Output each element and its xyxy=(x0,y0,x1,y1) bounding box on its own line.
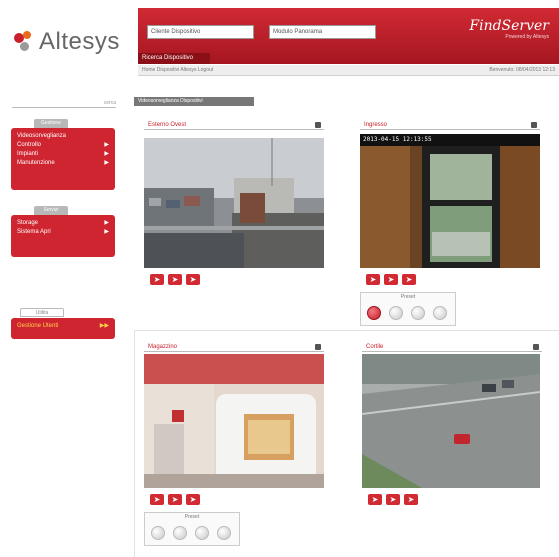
camera-feed[interactable] xyxy=(144,354,324,488)
preset-button-icon[interactable] xyxy=(389,306,403,320)
module-select[interactable]: Modulo Panorama xyxy=(269,25,376,39)
ptz-arrow-icon[interactable]: ➤ xyxy=(402,274,416,285)
sidebar-group-management: Videosorveglianza Controllo ▶ Impianti ▶ M… xyxy=(11,128,115,190)
welcome-timestamp: Benvenuto: 08/04/2013 12:13 xyxy=(489,67,555,73)
chevron-right-icon: ▶ xyxy=(104,220,109,226)
sidebar-search-input[interactable]: cerca xyxy=(12,100,116,108)
feed-image xyxy=(362,354,540,488)
top-header: Cliente Dispositivo Modulo Panorama Find… xyxy=(138,8,559,64)
preset-panel: Preset xyxy=(144,512,240,546)
column-divider xyxy=(134,330,135,557)
sidebar-item-storage[interactable]: Storage ▶ xyxy=(17,219,109,228)
camera-feed[interactable] xyxy=(362,354,540,488)
camera-title: Cortile xyxy=(366,344,384,350)
camera-panel: Esterno Ovest ➤ ➤ ➤ xyxy=(144,120,324,290)
camera-header: Esterno Ovest xyxy=(144,120,324,130)
feed-image xyxy=(360,134,540,268)
camera-timestamp: 2013-04-15 12:13:55 xyxy=(363,136,432,143)
camera-title: Ingresso xyxy=(364,122,388,128)
preset-button-icon[interactable] xyxy=(173,526,187,540)
preset-label: Preset xyxy=(400,294,416,300)
ptz-arrow-icon[interactable]: ➤ xyxy=(404,494,418,505)
logo-text: Altesys xyxy=(39,28,120,55)
feed-image xyxy=(144,138,324,268)
sidebar-item-systems[interactable]: Impianti ▶ xyxy=(17,150,109,159)
chevron-right-icon: ▶▶ xyxy=(99,323,109,329)
chevron-right-icon: ▶ xyxy=(104,229,109,235)
sidebar-item-user-management[interactable]: Gestione Utenti ▶▶ xyxy=(17,322,109,331)
logo-mark-icon xyxy=(14,31,36,53)
gear-icon[interactable] xyxy=(315,122,321,128)
ptz-controls: ➤ ➤ ➤ xyxy=(366,274,416,285)
ptz-arrow-icon[interactable]: ➤ xyxy=(386,494,400,505)
sidebar-tab-management[interactable]: Gestione xyxy=(34,119,68,128)
ptz-arrow-icon[interactable]: ➤ xyxy=(168,274,182,285)
camera-title: Magazzino xyxy=(148,344,178,350)
camera-header: Cortile xyxy=(362,342,542,352)
chevron-right-icon: ▶ xyxy=(104,160,109,166)
gear-icon[interactable] xyxy=(533,344,539,350)
ptz-controls: ➤ ➤ ➤ xyxy=(150,494,200,505)
ptz-arrow-icon[interactable]: ➤ xyxy=(186,274,200,285)
camera-panel: Ingresso 2013-04-15 12:13:55 ➤ ➤ ➤ Prese… xyxy=(360,120,540,330)
altesys-logo: Altesys xyxy=(14,28,120,56)
preset-button-icon[interactable] xyxy=(217,526,231,540)
breadcrumb-links[interactable]: Home Dispositivi Altesys Logout xyxy=(142,65,213,75)
preset-label: Preset xyxy=(184,514,200,520)
chevron-right-icon: ▶ xyxy=(104,151,109,157)
camera-title: Esterno Ovest xyxy=(148,122,187,128)
preset-button-icon[interactable] xyxy=(411,306,425,320)
ptz-arrow-icon[interactable]: ➤ xyxy=(150,494,164,505)
brand-name: FindServer xyxy=(469,18,549,34)
tab-search-device[interactable]: Ricerca Dispositivo xyxy=(138,53,210,64)
sidebar-item-videosurveillance[interactable]: Videosorveglianza xyxy=(17,132,109,141)
chevron-right-icon: ▶ xyxy=(104,142,109,148)
sidebar-item-control[interactable]: Controllo ▶ xyxy=(17,141,109,150)
sidebar-item-maintenance[interactable]: Manutenzione ▶ xyxy=(17,159,109,168)
ptz-arrow-icon[interactable]: ➤ xyxy=(186,494,200,505)
ptz-controls: ➤ ➤ ➤ xyxy=(368,494,418,505)
camera-feed[interactable]: 2013-04-15 12:13:55 xyxy=(360,134,540,268)
preset-button-icon[interactable] xyxy=(367,306,381,320)
preset-button-icon[interactable] xyxy=(433,306,447,320)
ptz-controls: ➤ ➤ ➤ xyxy=(150,274,200,285)
ptz-arrow-icon[interactable]: ➤ xyxy=(384,274,398,285)
ptz-arrow-icon[interactable]: ➤ xyxy=(366,274,380,285)
gear-icon[interactable] xyxy=(531,122,537,128)
feed-image xyxy=(144,354,324,488)
sidebar-group-utility: Gestione Utenti ▶▶ xyxy=(11,318,115,339)
preset-button-icon[interactable] xyxy=(151,526,165,540)
preset-panel: Preset xyxy=(360,292,456,326)
row-divider xyxy=(134,330,559,331)
camera-feed[interactable] xyxy=(144,138,324,268)
brand-sub: Powered by Altesys xyxy=(505,34,549,40)
preset-button-icon[interactable] xyxy=(195,526,209,540)
sidebar-item-system-open[interactable]: Sistema Apri ▶ xyxy=(17,228,109,237)
page-title: Videosorveglianza Dispositivi xyxy=(134,97,254,106)
sidebar-group-services: Storage ▶ Sistema Apri ▶ xyxy=(11,215,115,257)
brand-logo: FindServer Powered by Altesys xyxy=(469,18,549,40)
camera-header: Magazzino xyxy=(144,342,324,352)
camera-header: Ingresso xyxy=(360,120,540,130)
client-select[interactable]: Cliente Dispositivo xyxy=(147,25,254,39)
camera-panel: Cortile ➤ ➤ ➤ xyxy=(362,342,542,522)
camera-panel: Magazzino ➤ ➤ ➤ Preset xyxy=(144,342,324,552)
sidebar-tab-utility[interactable]: Utilita xyxy=(20,308,64,317)
gear-icon[interactable] xyxy=(315,344,321,350)
breadcrumb: Home Dispositivi Altesys Logout Benvenut… xyxy=(138,65,559,76)
ptz-arrow-icon[interactable]: ➤ xyxy=(368,494,382,505)
ptz-arrow-icon[interactable]: ➤ xyxy=(168,494,182,505)
ptz-arrow-icon[interactable]: ➤ xyxy=(150,274,164,285)
sidebar-tab-services[interactable]: Servizi xyxy=(34,206,68,215)
